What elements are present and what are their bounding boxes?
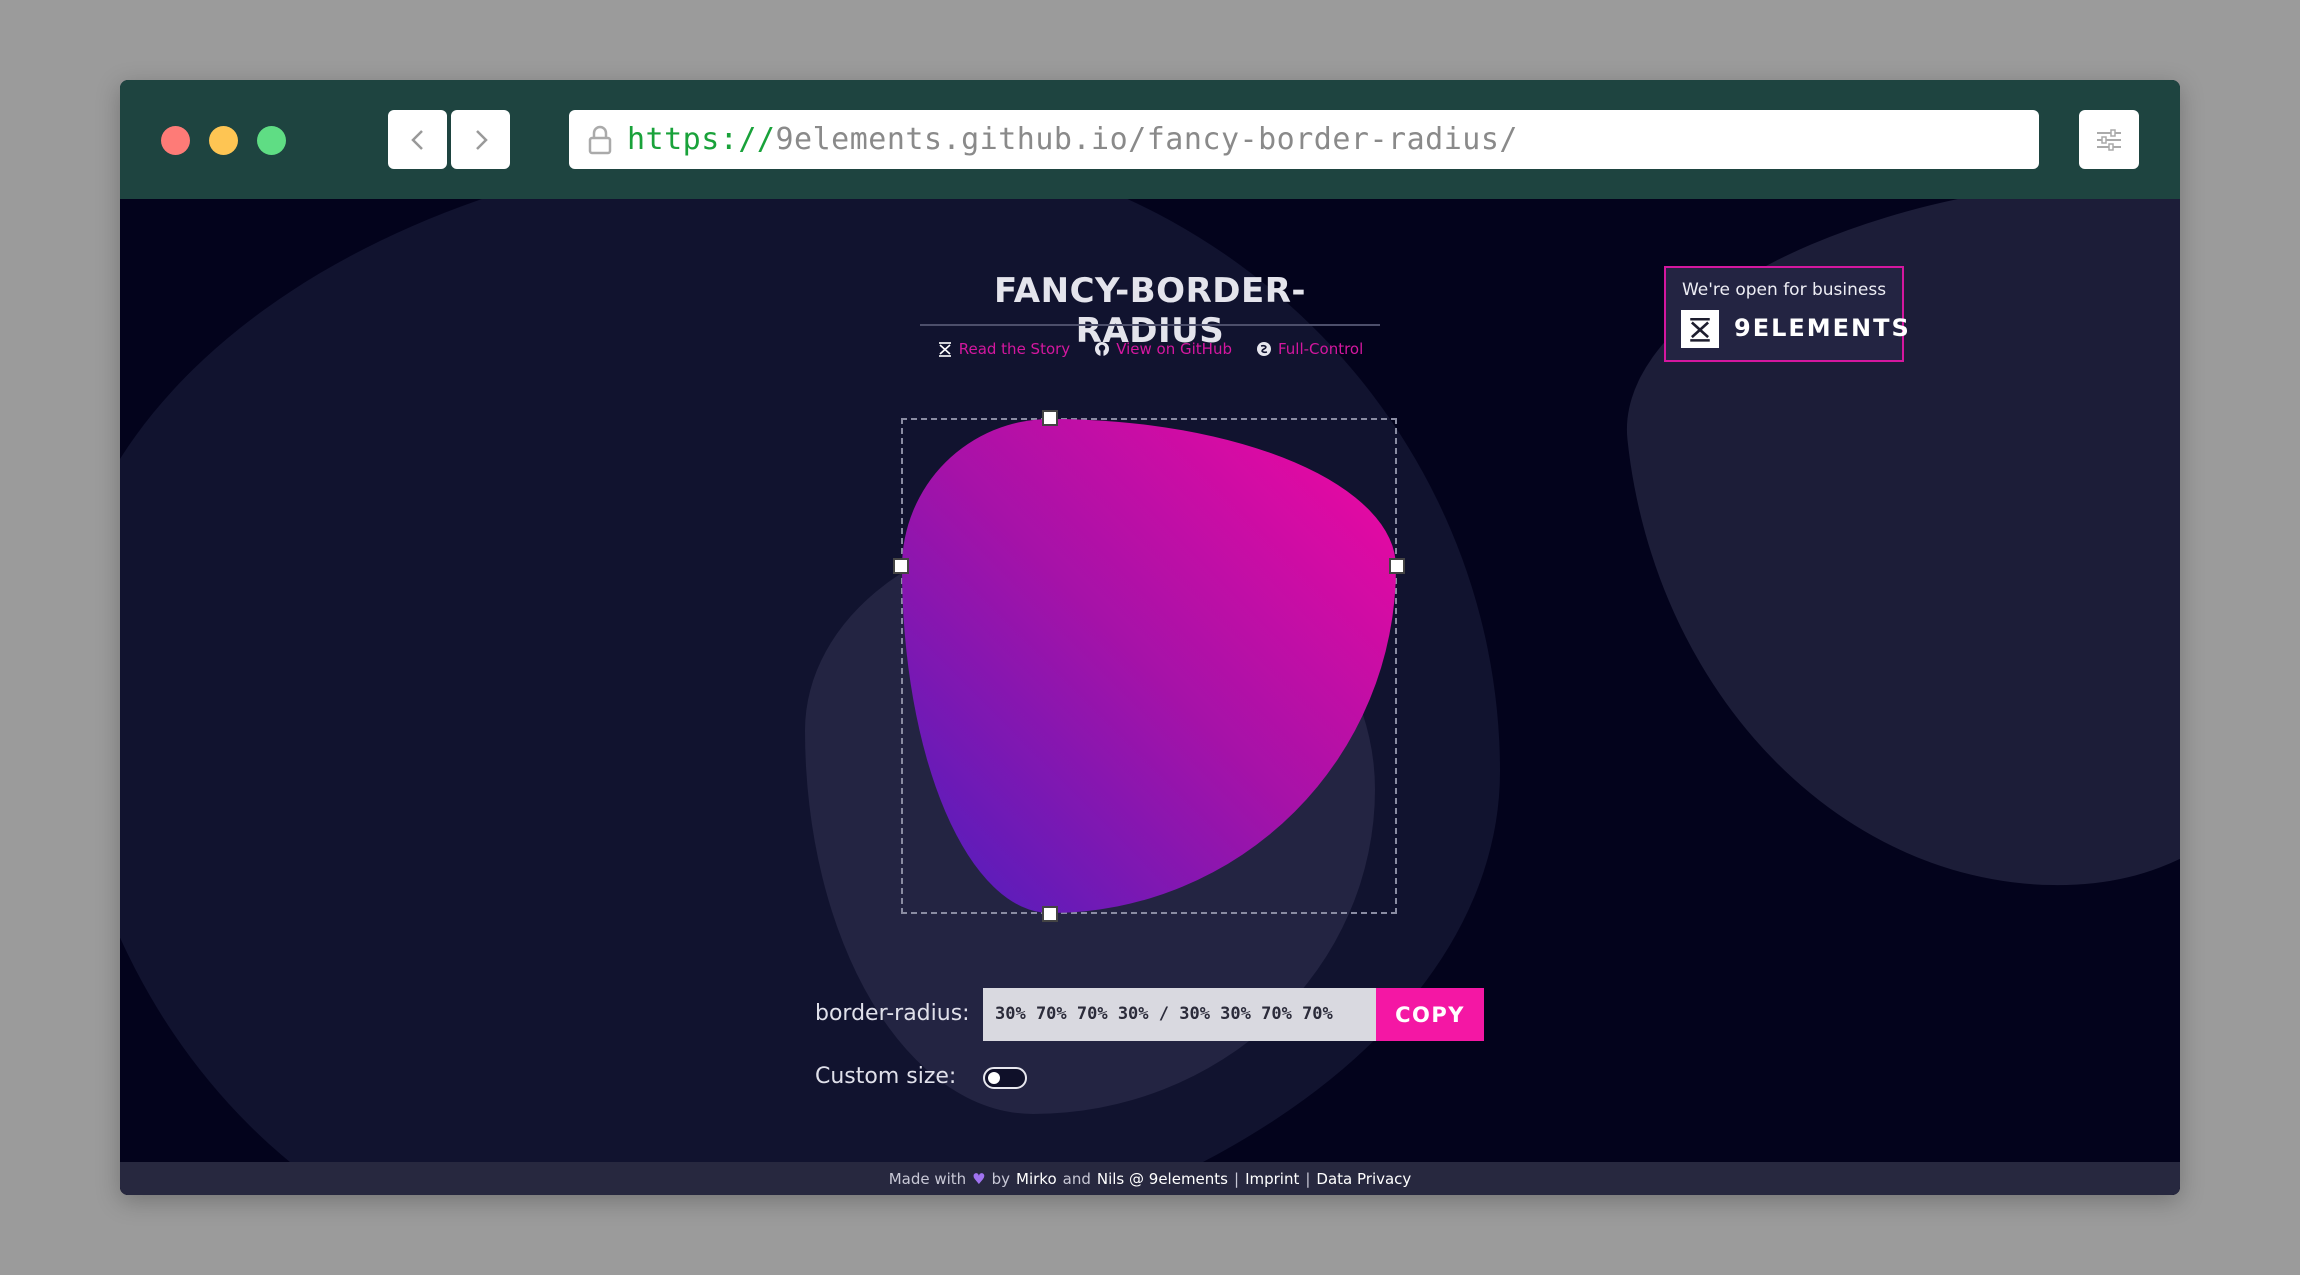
forward-button[interactable]	[451, 110, 510, 169]
view-github-label: View on GitHub	[1116, 340, 1232, 358]
privacy-link[interactable]: Data Privacy	[1316, 1170, 1411, 1188]
maximize-window-button[interactable]	[257, 126, 286, 155]
9elements-logo-icon	[938, 342, 951, 357]
full-control-icon	[1256, 342, 1271, 356]
imprint-link[interactable]: Imprint	[1245, 1170, 1299, 1188]
business-brand: 9ELEMENTS	[1734, 314, 1911, 342]
lock-icon	[573, 125, 627, 155]
settings-button[interactable]	[2079, 110, 2139, 169]
read-story-link[interactable]: Read the Story	[937, 340, 1070, 358]
title-divider	[920, 324, 1380, 326]
url-protocol: https://	[627, 122, 776, 157]
custom-size-toggle[interactable]	[983, 1067, 1027, 1089]
browser-window: https://9elements.github.io/fancy-border…	[120, 80, 2180, 1195]
toggle-knob	[988, 1072, 1000, 1084]
address-bar[interactable]: https://9elements.github.io/fancy-border…	[569, 110, 2039, 169]
read-story-label: Read the Story	[958, 340, 1071, 358]
business-tagline: We're open for business	[1681, 280, 1887, 300]
copy-button[interactable]: COPY	[1376, 988, 1484, 1041]
heart-icon: ♥	[972, 1169, 986, 1188]
footer-made-with: Made with	[888, 1169, 967, 1188]
page-content: FANCY-BORDER-RADIUS Read the Story View	[120, 199, 2180, 1195]
forward-arrow-icon	[475, 129, 488, 150]
close-window-button[interactable]	[161, 126, 190, 155]
back-button[interactable]	[388, 110, 447, 169]
sliders-icon	[2097, 128, 2121, 151]
business-badge[interactable]: We're open for business 9ELEMENTS	[1664, 266, 1909, 362]
nils-link[interactable]: Nils @ 9elements	[1097, 1170, 1228, 1188]
right-radius-handle[interactable]	[1389, 558, 1405, 574]
full-control-link[interactable]: Full-Control	[1256, 340, 1363, 358]
top-radius-handle[interactable]	[1042, 410, 1058, 426]
footer-and: and	[1062, 1169, 1091, 1188]
browser-toolbar: https://9elements.github.io/fancy-border…	[120, 80, 2180, 199]
9elements-logo-icon	[1681, 310, 1719, 348]
back-arrow-icon	[410, 129, 423, 150]
left-radius-handle[interactable]	[893, 558, 909, 574]
full-control-label: Full-Control	[1277, 340, 1364, 358]
footer-by: by	[991, 1169, 1011, 1188]
border-radius-input[interactable]: 30% 70% 70% 30% / 30% 30% 70% 70%	[983, 988, 1376, 1041]
page-title: FANCY-BORDER-RADIUS	[993, 271, 1307, 351]
footer-separator: |	[1305, 1169, 1311, 1188]
custom-size-label: Custom size:	[815, 1064, 957, 1089]
github-icon	[1095, 342, 1110, 356]
footer: Made with ♥ by Mirko and Nils @ 9element…	[120, 1162, 2180, 1195]
url-path: 9elements.github.io/fancy-border-radius/	[775, 122, 1518, 157]
border-radius-label: border-radius:	[815, 1001, 970, 1026]
bottom-radius-handle[interactable]	[1042, 906, 1058, 922]
minimize-window-button[interactable]	[209, 126, 238, 155]
url-text: https://9elements.github.io/fancy-border…	[627, 122, 1518, 157]
mirko-link[interactable]: Mirko	[1016, 1170, 1057, 1188]
footer-separator: |	[1234, 1169, 1240, 1188]
header-links: Read the Story View on GitHub Full-Contr…	[920, 340, 1380, 358]
view-github-link[interactable]: View on GitHub	[1094, 340, 1232, 358]
